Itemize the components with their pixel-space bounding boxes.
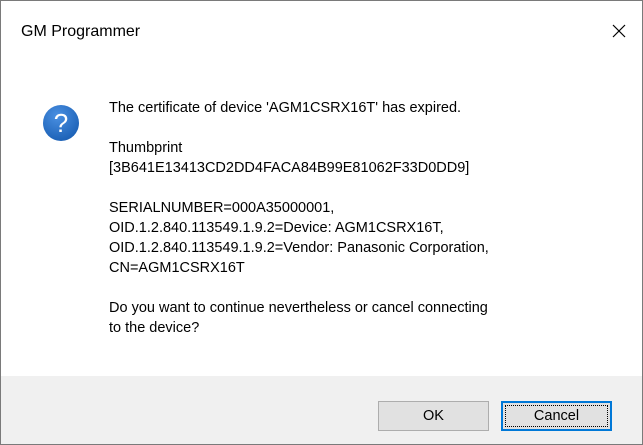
dialog-window: GM Programmer ? The certificate of devic…	[0, 0, 643, 445]
subject-line: OID.1.2.840.113549.1.9.2=Device: AGM1CSR…	[109, 220, 444, 236]
title-bar[interactable]: GM Programmer	[1, 1, 642, 61]
thumbprint-value: [3B641E13413CD2DD4FACA84B99E81062F33D0DD…	[109, 160, 470, 176]
subject-line: SERIALNUMBER=000A35000001,	[109, 200, 335, 216]
dialog-content: ? The certificate of device 'AGM1CSRX16T…	[1, 61, 642, 376]
dialog-title: GM Programmer	[21, 23, 141, 40]
thumbprint-label: Thumbprint	[109, 140, 183, 156]
question-line: Do you want to continue nevertheless or …	[109, 300, 488, 316]
ok-button[interactable]: OK	[378, 401, 489, 431]
close-button[interactable]	[596, 1, 642, 61]
focus-ring	[505, 405, 608, 427]
subject-line: CN=AGM1CSRX16T	[109, 260, 245, 276]
cancel-button[interactable]: Cancel	[501, 401, 612, 431]
question-icon: ?	[43, 105, 79, 141]
svg-text:?: ?	[54, 108, 68, 138]
ok-label: OK	[423, 408, 444, 424]
question-line: to the device?	[109, 320, 200, 336]
subject-line: OID.1.2.840.113549.1.9.2=Vendor: Panason…	[109, 240, 489, 256]
close-icon	[612, 24, 626, 38]
button-bar: OK Cancel	[1, 376, 642, 444]
message-line: The certificate of device 'AGM1CSRX16T' …	[109, 100, 462, 116]
message-text: The certificate of device 'AGM1CSRX16T' …	[109, 98, 619, 338]
